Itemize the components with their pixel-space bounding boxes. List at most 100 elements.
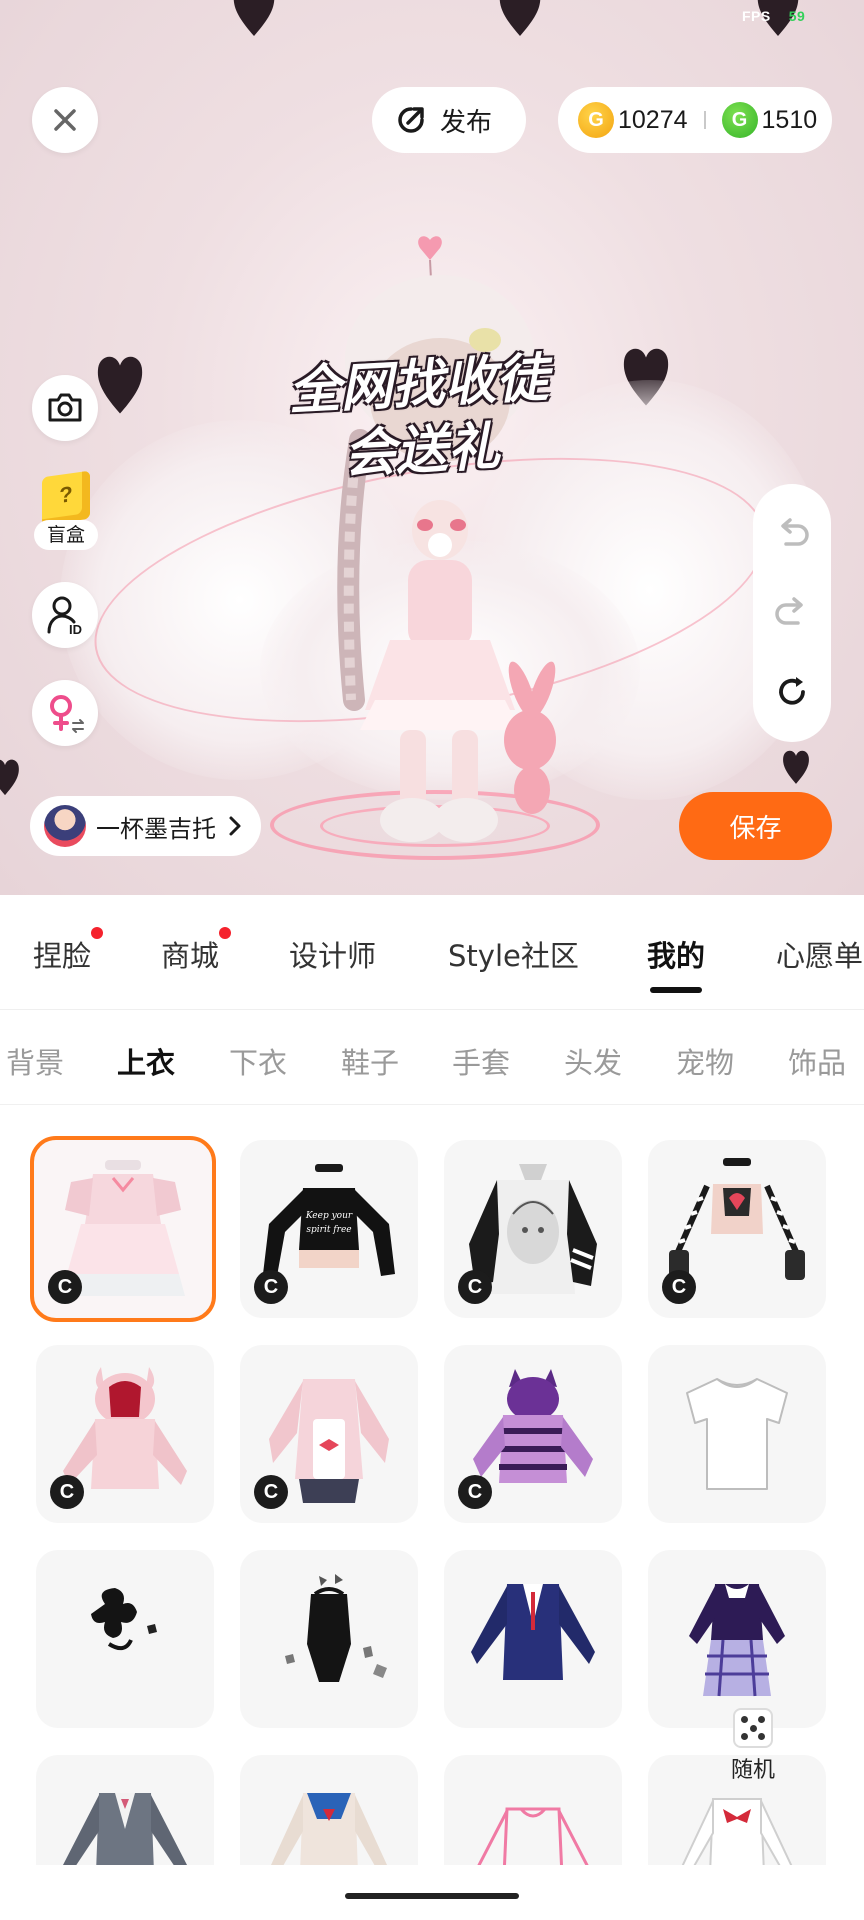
redo-button[interactable] [770,591,814,635]
item-card[interactable] [240,1550,418,1728]
black-bow-image [91,1588,157,1651]
tab-face-label: 捏脸 [33,939,92,973]
dice-icon [733,1708,773,1748]
c-badge-icon: C [48,1270,82,1304]
tab-style-community-label: Style社区 [448,939,579,973]
svg-text:Keep your: Keep your [305,1211,353,1221]
reset-button[interactable] [770,670,814,714]
category-pets[interactable]: 宠物 [676,1040,734,1082]
tab-mine-label: 我的 [647,939,706,973]
category-background[interactable]: 背景 [6,1040,64,1082]
tab-designer-label: 设计师 [289,939,377,973]
camera-icon [48,393,82,422]
item-card[interactable] [648,1345,826,1523]
item-card[interactable]: C [444,1140,622,1318]
camera-button[interactable] [32,375,98,441]
blindbox-icon: ? [42,470,90,526]
tab-face[interactable]: 捏脸 [33,927,104,975]
c-badge-icon: C [662,1270,696,1304]
tab-shop-label: 商城 [161,939,220,973]
owner-name: 一杯墨吉托 [96,814,216,843]
c-badge-icon: C [254,1270,288,1304]
heart-decoration [96,340,144,426]
tab-wishlist-label: 心愿单 [776,939,864,973]
heart-decoration [232,0,276,36]
currency-divider [703,111,706,129]
avatar-figure[interactable] [300,230,600,850]
currency-display[interactable]: G 10274 G 1510 [558,87,832,153]
fps-value: 59 [788,8,806,24]
green-coin-balance: 1510 [761,105,818,134]
pink-outline-top-image [477,1807,589,1865]
tab-designer[interactable]: 设计师 [289,933,376,975]
heart-decoration [782,736,810,796]
item-card[interactable] [240,1755,418,1865]
female-gender-icon [50,695,84,733]
close-button[interactable] [32,87,98,153]
tab-style-community[interactable]: Style社区 [448,933,579,975]
undo-button[interactable] [770,512,814,556]
fps-counter: FPS 59 [742,8,805,24]
category-bottoms[interactable]: 下衣 [229,1040,287,1082]
item-card[interactable] [36,1550,214,1728]
item-card[interactable] [444,1550,622,1728]
notification-dot [91,927,104,939]
notification-dot [219,927,232,939]
item-card[interactable]: Keep your spirit free C [240,1140,418,1318]
user-id-icon: ID [47,596,82,636]
avatar-stage[interactable]: FPS 59 发布 G 10274 G 1510 全网找收徒 会送礼 ? 盲盒 [0,0,864,895]
publish-button[interactable]: 发布 [372,87,526,153]
svg-text:ID: ID [69,622,82,636]
heart-decoration [0,736,20,816]
blindbox-label: 盲盒 [34,520,98,550]
heart-decoration [498,0,542,36]
category-tab-bar: 背景 上衣 下衣 鞋子 手套 头发 宠物 饰品 [0,1010,864,1105]
black-bodysuit-image [285,1574,387,1682]
reset-icon [779,677,805,705]
c-badge-icon: C [254,1475,288,1509]
category-shoes[interactable]: 鞋子 [341,1040,399,1082]
grey-jacket-image [63,1793,187,1865]
category-accessories[interactable]: 饰品 [788,1040,846,1082]
publish-icon [398,107,424,133]
close-icon [54,109,76,131]
chevron-right-icon [229,816,241,836]
tab-mine[interactable]: 我的 [647,933,706,993]
blindbox-button[interactable]: ? 盲盒 [30,470,102,554]
owner-profile-chip[interactable]: 一杯墨吉托 [30,796,261,856]
random-outfit-button[interactable]: 随机 [712,1700,794,1784]
tab-wishlist[interactable]: 心愿单 [776,933,863,975]
item-card[interactable]: C [36,1345,214,1523]
redo-icon [775,597,803,625]
c-badge-icon: C [50,1475,84,1509]
purple-plaid-dress-image [689,1584,785,1697]
category-tops[interactable]: 上衣 [117,1040,175,1082]
c-badge-icon: C [458,1270,492,1304]
avatar [44,805,86,847]
gold-coin-icon: G [578,102,614,138]
category-gloves[interactable]: 手套 [452,1040,510,1082]
avatar-id-button[interactable]: ID [32,582,98,648]
active-tab-indicator [650,987,703,993]
fps-label: FPS [742,8,771,24]
undo-icon [781,518,809,546]
green-coin-icon: G [721,102,758,138]
home-indicator[interactable] [345,1893,519,1899]
item-card[interactable]: C [30,1136,216,1322]
save-button[interactable]: 保存 [679,792,832,860]
item-card[interactable]: C [444,1345,622,1523]
item-card[interactable] [36,1755,214,1865]
white-tshirt-image [686,1378,788,1490]
main-tab-bar: 捏脸 商城 设计师 Style社区 我的 心愿单 [0,895,864,1010]
publish-label: 发布 [440,107,493,138]
navy-blazer-image [471,1584,595,1680]
svg-text:spirit free: spirit free [306,1225,351,1235]
edit-history-panel [753,484,831,742]
category-hair[interactable]: 头发 [564,1040,622,1082]
gender-switch-button[interactable] [32,680,98,746]
item-card[interactable]: C [648,1140,826,1318]
item-card[interactable]: C [240,1345,418,1523]
item-card[interactable] [444,1755,622,1865]
gold-coin-balance: 10274 [618,105,688,134]
tab-shop[interactable]: 商城 [161,927,232,975]
